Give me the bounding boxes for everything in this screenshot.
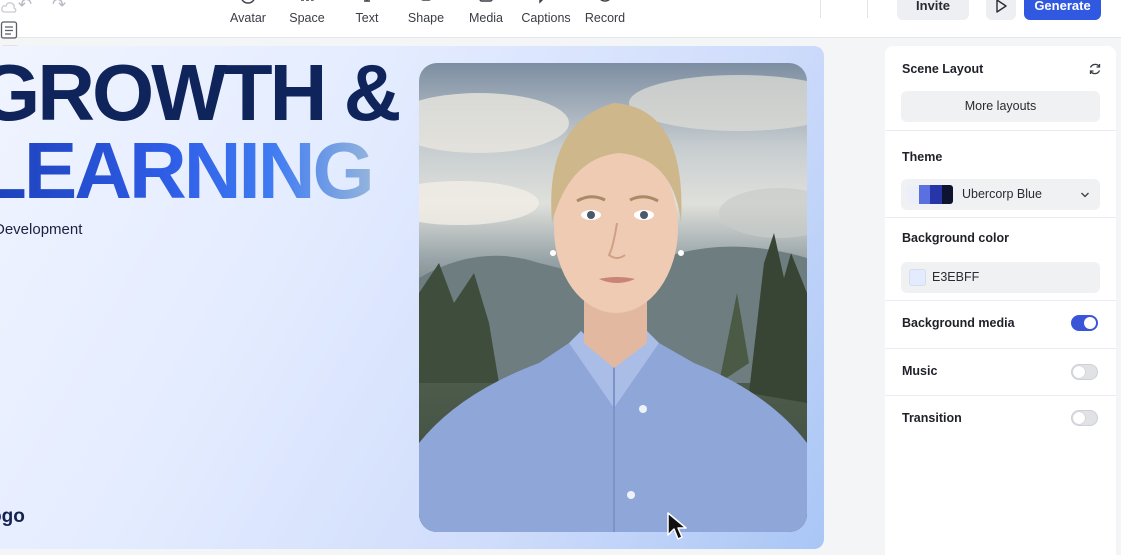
tool-label: Space	[289, 11, 325, 25]
tool-shape-button[interactable]: Shape	[395, 0, 457, 26]
tool-space-button[interactable]: Space	[276, 0, 338, 26]
undo-icon[interactable]: ↶	[14, 0, 36, 14]
tool-media-button[interactable]: Media	[455, 0, 517, 26]
slide-canvas[interactable]: GROWTH & LEARNING Development ogo	[0, 46, 824, 549]
background-color-title: Background color	[902, 231, 1009, 245]
record-icon	[574, 0, 636, 11]
shape-icon	[395, 0, 457, 11]
avatar-presenter-image	[419, 75, 807, 532]
swatch	[907, 185, 919, 204]
mouse-cursor-icon	[666, 511, 692, 546]
swatch	[930, 185, 942, 204]
text-icon	[336, 0, 398, 11]
background-media-toggle[interactable]	[1071, 315, 1098, 331]
tool-captions-button[interactable]: Captions	[515, 0, 577, 26]
theme-swatches	[907, 185, 953, 204]
divider	[885, 217, 1116, 218]
invite-button[interactable]: Invite	[897, 0, 969, 20]
music-toggle[interactable]	[1071, 364, 1098, 380]
avatar-icon	[217, 0, 279, 11]
generate-button[interactable]: Generate	[1024, 0, 1101, 20]
tool-record-button[interactable]: Record	[574, 0, 636, 26]
theme-title: Theme	[902, 150, 943, 164]
tool-label: Captions	[521, 11, 571, 25]
more-layouts-button[interactable]: More layouts	[901, 91, 1100, 122]
divider	[885, 130, 1116, 131]
tool-label: Record	[584, 11, 626, 25]
background-color-value: E3EBFF	[932, 270, 980, 284]
divider	[885, 300, 1116, 301]
preview-play-button[interactable]	[986, 0, 1016, 20]
color-chip	[909, 269, 926, 286]
tool-label: Avatar	[230, 11, 266, 25]
scene-layout-title: Scene Layout	[902, 62, 984, 76]
transition-toggle[interactable]	[1071, 410, 1098, 426]
redo-icon[interactable]: ↷	[48, 0, 70, 14]
scene-properties-panel: Scene Layout More layouts Theme Ubercorp…	[885, 46, 1116, 555]
tool-avatar-button[interactable]: Avatar	[217, 0, 279, 26]
top-toolbar: ↶ ↷ Avatar Space Text Shape Media Captio…	[0, 0, 1121, 67]
slide-subtitle[interactable]: Development	[0, 221, 82, 238]
play-icon	[994, 0, 1008, 24]
music-title: Music	[902, 364, 938, 378]
space-icon	[276, 0, 338, 11]
toolbar-divider	[867, 0, 868, 18]
chevron-down-icon	[1080, 188, 1090, 206]
tool-text-button[interactable]: Text	[336, 0, 398, 26]
tool-label: Text	[355, 11, 379, 25]
background-media-title: Background media	[902, 316, 1015, 330]
media-icon	[455, 0, 517, 11]
swatch	[918, 185, 930, 204]
slide-logo-text[interactable]: ogo	[0, 506, 25, 528]
background-color-field[interactable]: E3EBFF	[901, 262, 1100, 293]
ai-avatar-video[interactable]	[419, 63, 807, 532]
swatch	[941, 185, 953, 204]
headline-line-1: GROWTH &	[0, 48, 401, 137]
tool-label: Media	[468, 11, 504, 25]
headline-line-2: LEARNING	[0, 131, 398, 211]
transition-title: Transition	[902, 411, 962, 425]
toolbar-divider	[820, 0, 821, 18]
slide-headline[interactable]: GROWTH & LEARNING	[0, 48, 401, 211]
theme-value: Ubercorp Blue	[962, 187, 1042, 201]
refresh-icon[interactable]	[1088, 62, 1102, 81]
divider	[885, 395, 1116, 396]
divider	[885, 348, 1116, 349]
captions-icon	[515, 0, 577, 11]
tool-label: Shape	[407, 11, 445, 25]
theme-dropdown[interactable]: Ubercorp Blue	[901, 179, 1100, 210]
